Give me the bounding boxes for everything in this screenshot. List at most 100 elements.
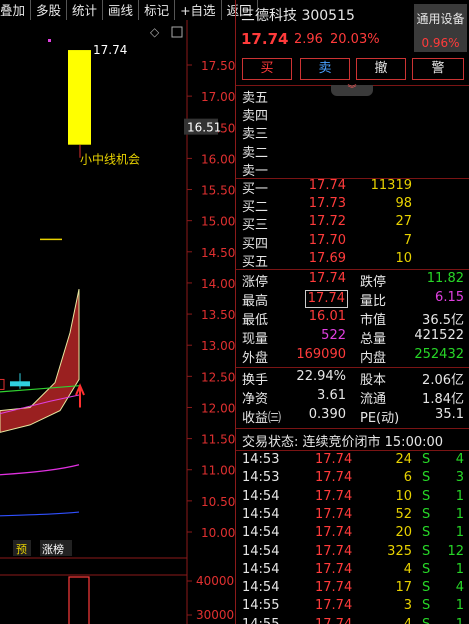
tick-time: 14:54 <box>242 580 280 596</box>
level-label: 卖一 <box>242 163 269 179</box>
quote-panel: 三德科技 300515 通用设备 0.96% 17.74 2.96 20.03%… <box>236 0 469 624</box>
order-book-row[interactable]: 买四 17.70 7 <box>236 233 469 252</box>
order-book-row[interactable]: 卖四 <box>236 105 469 124</box>
price-tick-label: 13.50 <box>201 308 235 322</box>
tick-side: S <box>422 506 431 522</box>
tick-volume: 24 <box>395 452 412 467</box>
tick-count: 1 <box>456 617 464 624</box>
toolbar-button-0[interactable]: 叠加 <box>0 0 32 20</box>
sector-name: 通用设备 <box>416 12 465 26</box>
sell-button[interactable]: 卖 <box>300 58 350 80</box>
high-price-label: 17.74 <box>93 43 127 57</box>
pe-label: PE(动) <box>360 411 400 426</box>
tick-row: 14:54 17.74 4 S 1 <box>236 562 469 581</box>
annotation-label: 小中线机会 <box>80 151 140 166</box>
diamond-icon: ◇ <box>150 25 160 39</box>
current-price-tag: 16.51 <box>187 121 221 135</box>
alert-button[interactable]: 警 <box>412 58 464 80</box>
low-label: 最低 <box>242 313 269 328</box>
limit-down-value: 11.82 <box>426 271 464 286</box>
tick-price: 17.74 <box>315 470 353 486</box>
tick-row: 14:54 17.74 325 S 12 <box>236 544 469 563</box>
order-book-row[interactable]: 买三 17.72 27 <box>236 214 469 233</box>
limit-up-label: 涨停 <box>242 275 269 290</box>
price-tick-label: 17.50 <box>201 59 235 73</box>
separator <box>236 428 469 429</box>
tick-price: 17.74 <box>315 561 353 577</box>
high-value: 17.74 <box>304 290 348 308</box>
nav-value: 3.61 <box>317 388 346 403</box>
buy-button[interactable]: 买 <box>242 58 292 80</box>
tick-volume: 4 <box>404 617 412 624</box>
tick-side: S <box>422 580 431 596</box>
toolbar-button-4[interactable]: 标记 <box>139 0 176 20</box>
sector-pct: 0.96% <box>421 36 460 50</box>
sector-box[interactable]: 通用设备 0.96% <box>414 4 467 52</box>
price-tick-label: 11.50 <box>201 433 235 447</box>
level-label: 买三 <box>242 218 269 234</box>
price-tick-label: 14.50 <box>201 246 235 260</box>
price-tick-label: 12.00 <box>201 401 235 415</box>
cur-vol-label: 现量 <box>242 332 269 347</box>
toolbar-button-3[interactable]: 画线 <box>103 0 140 20</box>
tick-side: S <box>422 598 431 614</box>
tick-row: 14:55 17.74 4 S 1 <box>236 617 469 624</box>
price-tick-label: 17.00 <box>201 90 235 104</box>
level-label: 买五 <box>242 254 269 270</box>
tick-price: 17.74 <box>315 598 353 614</box>
level-label: 卖三 <box>242 127 269 143</box>
tick-volume: 4 <box>403 561 412 577</box>
capital-value: 2.06亿 <box>422 373 464 388</box>
tick-volume: 17 <box>395 580 412 596</box>
tick-side: S <box>422 561 431 577</box>
order-book-row[interactable]: 卖一 <box>236 160 469 179</box>
eps-label: 收益㈢ <box>242 411 282 426</box>
tick-volume: 325 <box>387 543 412 559</box>
tick-count: 12 <box>447 543 464 559</box>
trade-status: 交易状态: 连续竞价闭市 15:00:00 <box>242 435 444 450</box>
tick-volume: 3 <box>403 598 412 614</box>
tick-price: 17.74 <box>315 580 353 596</box>
order-book-row[interactable]: 卖五 <box>236 87 469 106</box>
candle-edge <box>0 378 5 390</box>
tag-yu: 预 <box>16 543 27 556</box>
cancel-order-button[interactable]: 撤 <box>356 58 406 80</box>
chart-toolbar: 叠加 多股 统计 画线 标记 +自选 返回 <box>0 0 258 20</box>
ma-line-blue <box>0 511 80 517</box>
order-book-row[interactable]: 买一 17.74 11319 <box>236 178 469 197</box>
tick-volume: 52 <box>395 506 412 522</box>
tick-price: 17.74 <box>315 452 353 467</box>
order-book-row[interactable]: 买五 17.69 10 <box>236 251 469 270</box>
order-book-row[interactable]: 卖二 <box>236 142 469 161</box>
total-vol-label: 总量 <box>360 332 387 347</box>
turnover-value: 22.94% <box>296 369 346 384</box>
order-book-row[interactable]: 卖三 <box>236 123 469 142</box>
tick-volume: 20 <box>395 525 412 541</box>
level-price: 17.74 <box>308 178 346 193</box>
tick-time: 14:54 <box>242 561 280 577</box>
tick-row: 14:53 17.74 6 S 3 <box>236 470 469 489</box>
outer-value: 169090 <box>296 347 346 362</box>
price-tick-label: 14.00 <box>201 277 235 291</box>
level-label: 卖四 <box>242 109 269 125</box>
toolbar-button-2[interactable]: 统计 <box>67 0 104 20</box>
price-change: 2.96 <box>294 32 323 47</box>
kline-chart[interactable]: 17.50 17.00 16.50 16.00 15.50 15.00 14.50 14.00… <box>0 20 236 624</box>
nav-label: 净资 <box>242 392 269 407</box>
tick-count: 1 <box>455 506 464 522</box>
stock-code: 300515 <box>301 8 355 24</box>
tick-price: 17.74 <box>315 488 353 504</box>
tick-row: 14:54 17.74 10 S 1 <box>236 489 469 508</box>
tick-side: S <box>422 525 431 541</box>
limit-up-value: 17.74 <box>308 271 346 286</box>
order-book-row[interactable]: 买二 17.73 98 <box>236 196 469 215</box>
tick-count: 4 <box>455 452 464 467</box>
price-tick-label: 12.50 <box>201 370 235 384</box>
price-tick-label: 15.50 <box>201 184 235 198</box>
high-label: 最高 <box>242 294 269 309</box>
toolbar-button-1[interactable]: 多股 <box>31 0 68 20</box>
toolbar-button-5[interactable]: +自选 <box>175 0 222 20</box>
level-volume: 10 <box>395 250 412 266</box>
tick-time: 14:55 <box>242 617 279 624</box>
vol-ratio-value: 6.15 <box>435 290 464 305</box>
